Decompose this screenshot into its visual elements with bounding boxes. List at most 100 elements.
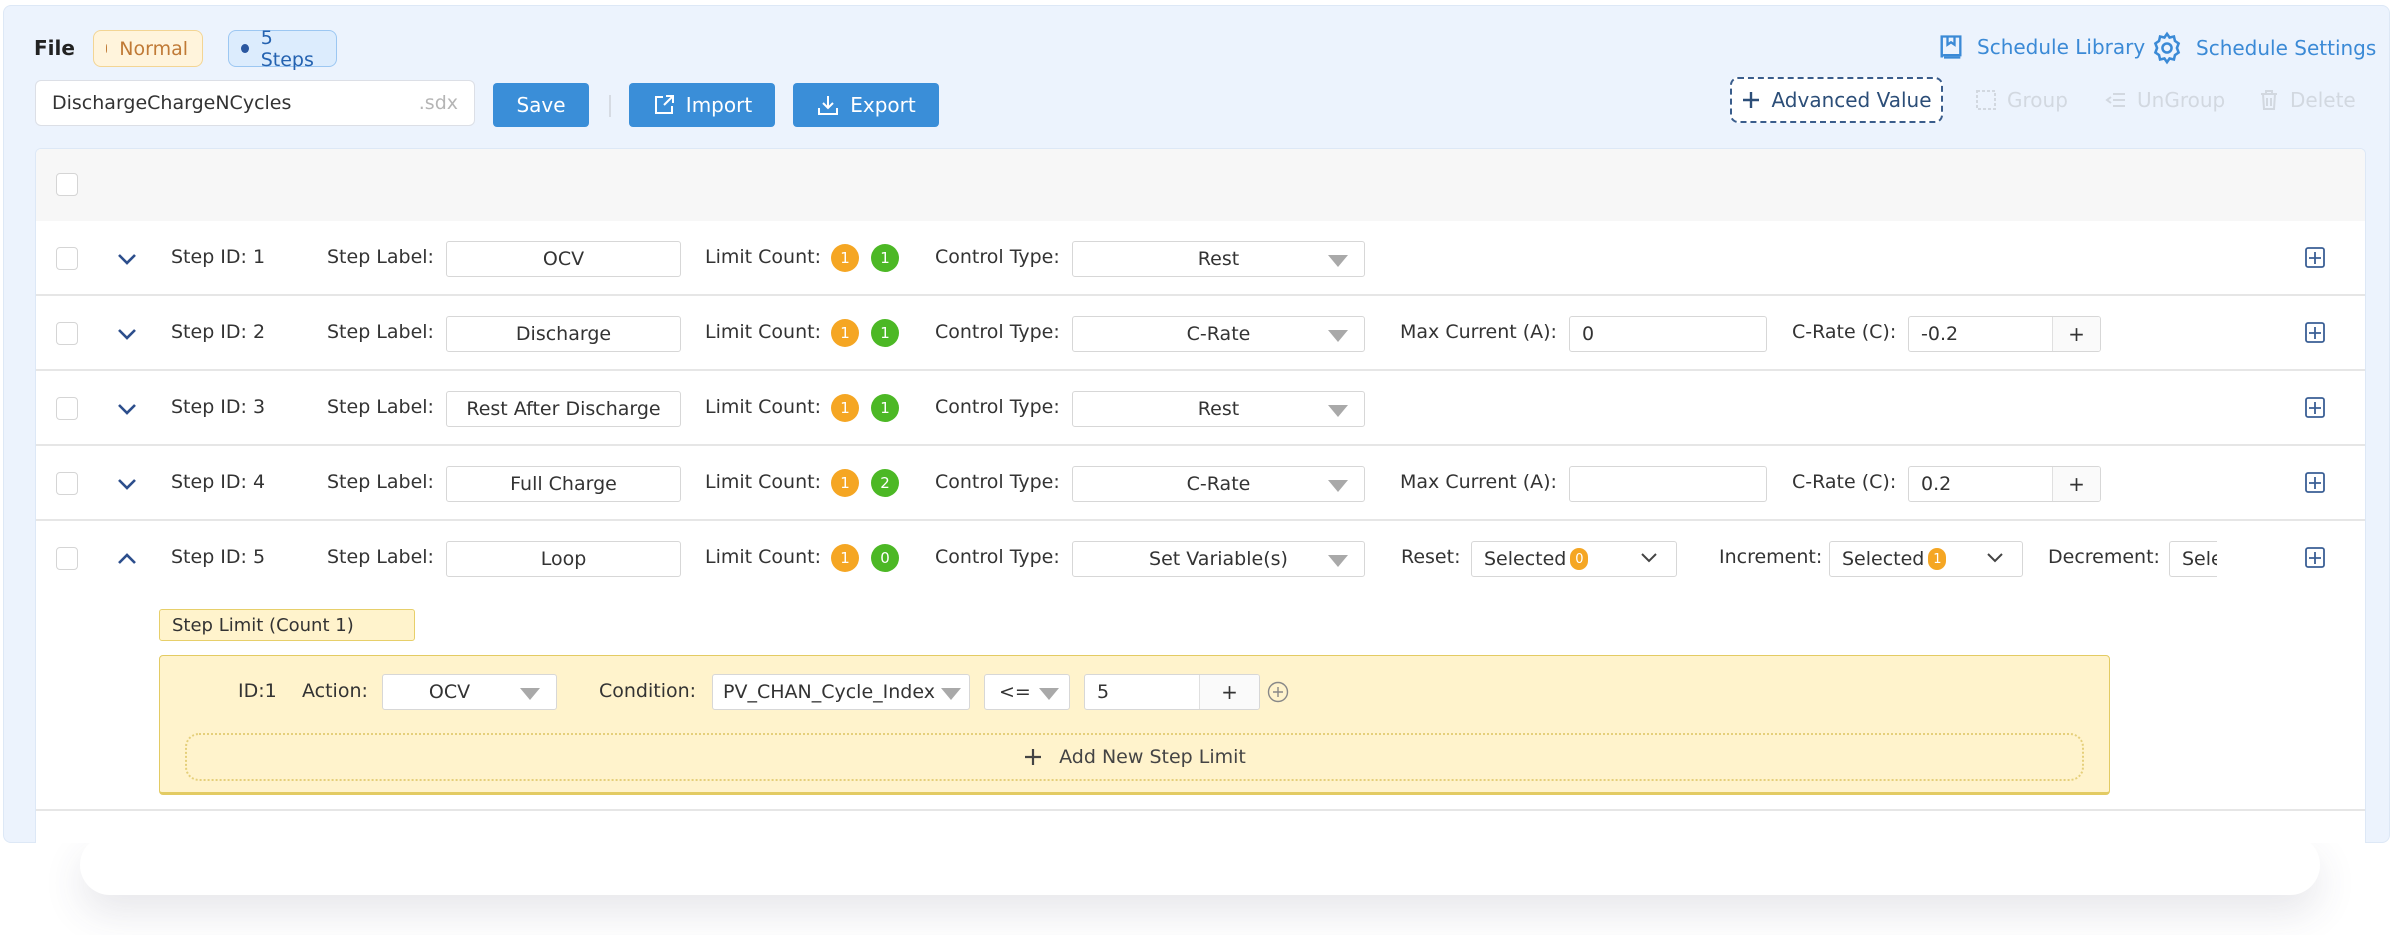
action-select[interactable]: OCV [382, 674, 557, 710]
control-type-label: Control Type: [935, 471, 1060, 493]
chevron-down-icon [1987, 553, 2003, 563]
control-type-select[interactable]: C-Rate [1072, 316, 1365, 352]
step-label-input[interactable]: Loop [446, 541, 681, 577]
control-type-value: C-Rate [1186, 323, 1251, 345]
limit-value-input[interactable]: 5 + [1084, 674, 1260, 710]
control-type-select[interactable]: Set Variable(s) [1072, 541, 1365, 577]
condition-select[interactable]: PV_CHAN_Cycle_Index [712, 674, 970, 710]
advanced-value-button[interactable]: Advanced Value [1730, 77, 1943, 123]
limit-count-green: 0 [871, 544, 899, 572]
c-rate-input[interactable]: -0.2 + [1908, 316, 2101, 352]
control-type-select[interactable]: Rest [1072, 241, 1365, 277]
increment-count-badge: 1 [1928, 548, 1947, 570]
caret-down-icon [520, 688, 540, 700]
reset-multiselect[interactable]: Selected 0 [1471, 541, 1677, 577]
expand-plus-square-icon[interactable] [2305, 472, 2325, 494]
chevron-down-icon [1641, 553, 1657, 563]
ungroup-button[interactable]: UnGroup [2105, 88, 2225, 112]
c-rate-label: C-Rate (C): [1792, 471, 1897, 493]
add-new-step-limit-button[interactable]: Add New Step Limit [185, 733, 2084, 781]
step-label-input[interactable]: Rest After Discharge [446, 391, 681, 427]
row-checkbox[interactable] [56, 547, 78, 570]
limit-id: ID:1 [238, 680, 277, 702]
decrement-multiselect[interactable]: Sele [2169, 541, 2217, 577]
increment-multiselect[interactable]: Selected 1 [1829, 541, 2023, 577]
step-row: Step ID: 3 Step Label: Rest After Discha… [36, 371, 2365, 446]
step-row: Step ID: 2 Step Label: Discharge Limit C… [36, 296, 2365, 371]
chevron-down-icon[interactable] [116, 252, 138, 266]
limit-value: 5 [1097, 681, 1110, 703]
expand-plus-square-icon[interactable] [2305, 397, 2325, 419]
plus-icon [1025, 749, 1042, 765]
group-icon [1976, 90, 1996, 110]
chevron-up-icon[interactable] [116, 552, 138, 566]
c-rate-value: 0.2 [1921, 473, 1952, 495]
expand-plus-square-icon[interactable] [2305, 547, 2325, 569]
expand-plus-square-icon[interactable] [2305, 322, 2325, 344]
action-label: Action: [302, 680, 368, 702]
step-label-value: Loop [540, 548, 587, 570]
steps-count-text: 5 Steps [260, 26, 314, 71]
group-button[interactable]: Group [1975, 88, 2068, 112]
chevron-down-icon[interactable] [116, 402, 138, 416]
c-rate-value: -0.2 [1921, 323, 1959, 345]
limit-value-add-button[interactable]: + [1199, 675, 1259, 709]
filename-input[interactable]: DischargeChargeNCycles .sdx [35, 80, 475, 126]
control-type-select[interactable]: C-Rate [1072, 466, 1365, 502]
limit-count-orange: 1 [831, 244, 859, 272]
external-link-icon [654, 95, 674, 114]
chevron-down-icon[interactable] [116, 477, 138, 491]
limit-count-label: Limit Count: [705, 246, 821, 268]
save-button[interactable]: Save [493, 83, 589, 127]
step-label-value: OCV [542, 248, 585, 270]
schedule-settings-label: Schedule Settings [2196, 36, 2377, 60]
reset-value: Selected [1484, 548, 1567, 570]
schedule-library-link[interactable]: Schedule Library [1937, 33, 2145, 61]
step-label-value: Rest After Discharge [466, 398, 661, 420]
caret-down-icon [1039, 688, 1059, 700]
delete-button[interactable]: Delete [2258, 88, 2356, 112]
expand-plus-square-icon[interactable] [2305, 247, 2325, 269]
control-type-label: Control Type: [935, 321, 1060, 343]
limit-count-label: Limit Count: [705, 546, 821, 568]
step-id: Step ID: 4 [171, 471, 266, 493]
download-icon [818, 96, 839, 115]
panel-shadow [80, 835, 2320, 895]
step-label-input[interactable]: OCV [446, 241, 681, 277]
row-checkbox[interactable] [56, 247, 78, 270]
export-button[interactable]: Export [793, 83, 939, 127]
row-checkbox[interactable] [56, 472, 78, 495]
limit-count-orange: 1 [831, 394, 859, 422]
operator-select[interactable]: <= [984, 674, 1070, 710]
select-all-checkbox[interactable] [56, 173, 78, 196]
control-type-select[interactable]: Rest [1072, 391, 1365, 427]
plus-icon [1743, 92, 1760, 108]
chevron-down-icon[interactable] [116, 327, 138, 341]
schedule-settings-link[interactable]: Schedule Settings [2150, 31, 2376, 65]
c-rate-add-button[interactable]: + [2052, 317, 2100, 351]
limit-count-orange: 1 [831, 544, 859, 572]
table-header [36, 149, 2365, 221]
row-checkbox[interactable] [56, 397, 78, 420]
max-current-input[interactable]: 0 [1569, 316, 1767, 352]
file-extension: .sdx [418, 92, 458, 114]
book-icon [1940, 35, 1962, 59]
limit-count-label: Limit Count: [705, 321, 821, 343]
row-checkbox[interactable] [56, 322, 78, 345]
condition-value: PV_CHAN_Cycle_Index [723, 681, 935, 703]
import-button[interactable]: Import [629, 83, 775, 127]
step-limit-box: ID:1 Action: OCV Condition: PV_CHAN_Cycl… [159, 655, 2110, 795]
max-current-label: Max Current (A): [1400, 321, 1557, 343]
c-rate-input[interactable]: 0.2 + [1908, 466, 2101, 502]
status-dot-icon [106, 44, 108, 53]
status-badge: Normal [93, 30, 203, 67]
step-label-input[interactable]: Discharge [446, 316, 681, 352]
step-label-label: Step Label: [327, 471, 434, 493]
max-current-input[interactable] [1569, 466, 1767, 502]
c-rate-add-button[interactable]: + [2052, 467, 2100, 501]
ungroup-label: UnGroup [2137, 88, 2226, 112]
gear-icon [2153, 31, 2181, 65]
circle-plus-icon[interactable] [1267, 681, 1289, 703]
save-button-label: Save [516, 93, 566, 117]
step-label-input[interactable]: Full Charge [446, 466, 681, 502]
